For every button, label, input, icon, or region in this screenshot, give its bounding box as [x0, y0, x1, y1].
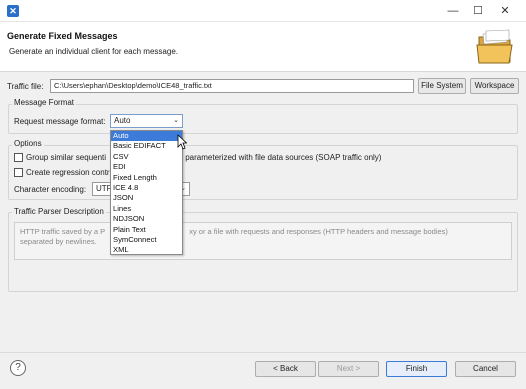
chevron-down-icon: ⌄: [173, 117, 179, 124]
format-option-auto[interactable]: Auto: [111, 131, 182, 142]
file-system-button[interactable]: File System: [418, 78, 466, 94]
dialog-title: Generate Fixed Messages: [7, 31, 118, 41]
footer-separator: [0, 352, 526, 353]
parser-desc-part1: HTTP traffic saved by a P: [20, 227, 106, 236]
format-option-fixed-length[interactable]: Fixed Length: [111, 173, 182, 183]
workspace-button[interactable]: Workspace: [470, 78, 519, 94]
regression-control-checkbox[interactable]: [14, 168, 23, 177]
folder-icon: [476, 29, 513, 64]
parser-desc-line2: separated by newlines.: [20, 237, 97, 246]
request-format-dropdown: Auto Basic EDIFACT CSV EDI Fixed Length …: [110, 130, 183, 255]
parser-description-text: HTTP traffic saved by a P xy or a file wi…: [14, 222, 512, 260]
minimize-button[interactable]: —: [446, 4, 460, 18]
format-option-basic-edifact[interactable]: Basic EDIFACT: [111, 141, 182, 151]
help-icon[interactable]: ?: [10, 360, 26, 376]
finish-button[interactable]: Finish: [386, 361, 447, 377]
app-icon: ✕: [7, 5, 19, 17]
request-format-select[interactable]: Auto ⌄: [110, 114, 183, 128]
options-title: Options: [12, 139, 44, 148]
mouse-cursor-icon: [177, 134, 187, 150]
group-similar-label-suffix: s parameterized with file data sources (…: [179, 153, 382, 162]
format-option-csv[interactable]: CSV: [111, 152, 182, 162]
dialog-description: Generate an individual client for each m…: [9, 47, 178, 56]
cancel-button[interactable]: Cancel: [455, 361, 516, 377]
format-option-ice-4-8[interactable]: ICE 4.8: [111, 183, 182, 193]
parser-description-title: Traffic Parser Description: [12, 207, 106, 216]
close-button[interactable]: ✕: [498, 4, 512, 18]
wizard-header: Generate Fixed Messages Generate an indi…: [0, 22, 526, 72]
format-option-plain-text[interactable]: Plain Text: [111, 225, 182, 235]
format-option-xml[interactable]: XML: [111, 245, 182, 255]
group-similar-checkbox[interactable]: [14, 153, 23, 162]
window-titlebar: ✕ — ☐ ✕: [0, 0, 526, 22]
parser-desc-part2: xy or a file with requests and responses…: [189, 227, 448, 236]
next-button[interactable]: Next >: [318, 361, 379, 377]
format-option-lines[interactable]: Lines: [111, 204, 182, 214]
back-button[interactable]: < Back: [255, 361, 316, 377]
group-similar-label: Group similar sequenti: [26, 153, 107, 162]
traffic-file-input[interactable]: C:\Users\ephan\Desktop\demo\ICE48_traffi…: [50, 79, 414, 93]
request-format-value: Auto: [114, 116, 131, 125]
message-format-title: Message Format: [12, 98, 77, 107]
traffic-file-label: Traffic file:: [7, 82, 44, 91]
format-option-edi[interactable]: EDI: [111, 162, 182, 172]
format-option-symconnect[interactable]: SymConnect: [111, 235, 182, 245]
format-option-ndjson[interactable]: NDJSON: [111, 214, 182, 224]
format-option-json[interactable]: JSON: [111, 193, 182, 203]
maximize-button[interactable]: ☐: [471, 4, 485, 18]
encoding-label: Character encoding:: [14, 185, 87, 194]
regression-control-label: Create regression contr: [26, 168, 110, 177]
request-format-label: Request message format:: [14, 117, 106, 126]
